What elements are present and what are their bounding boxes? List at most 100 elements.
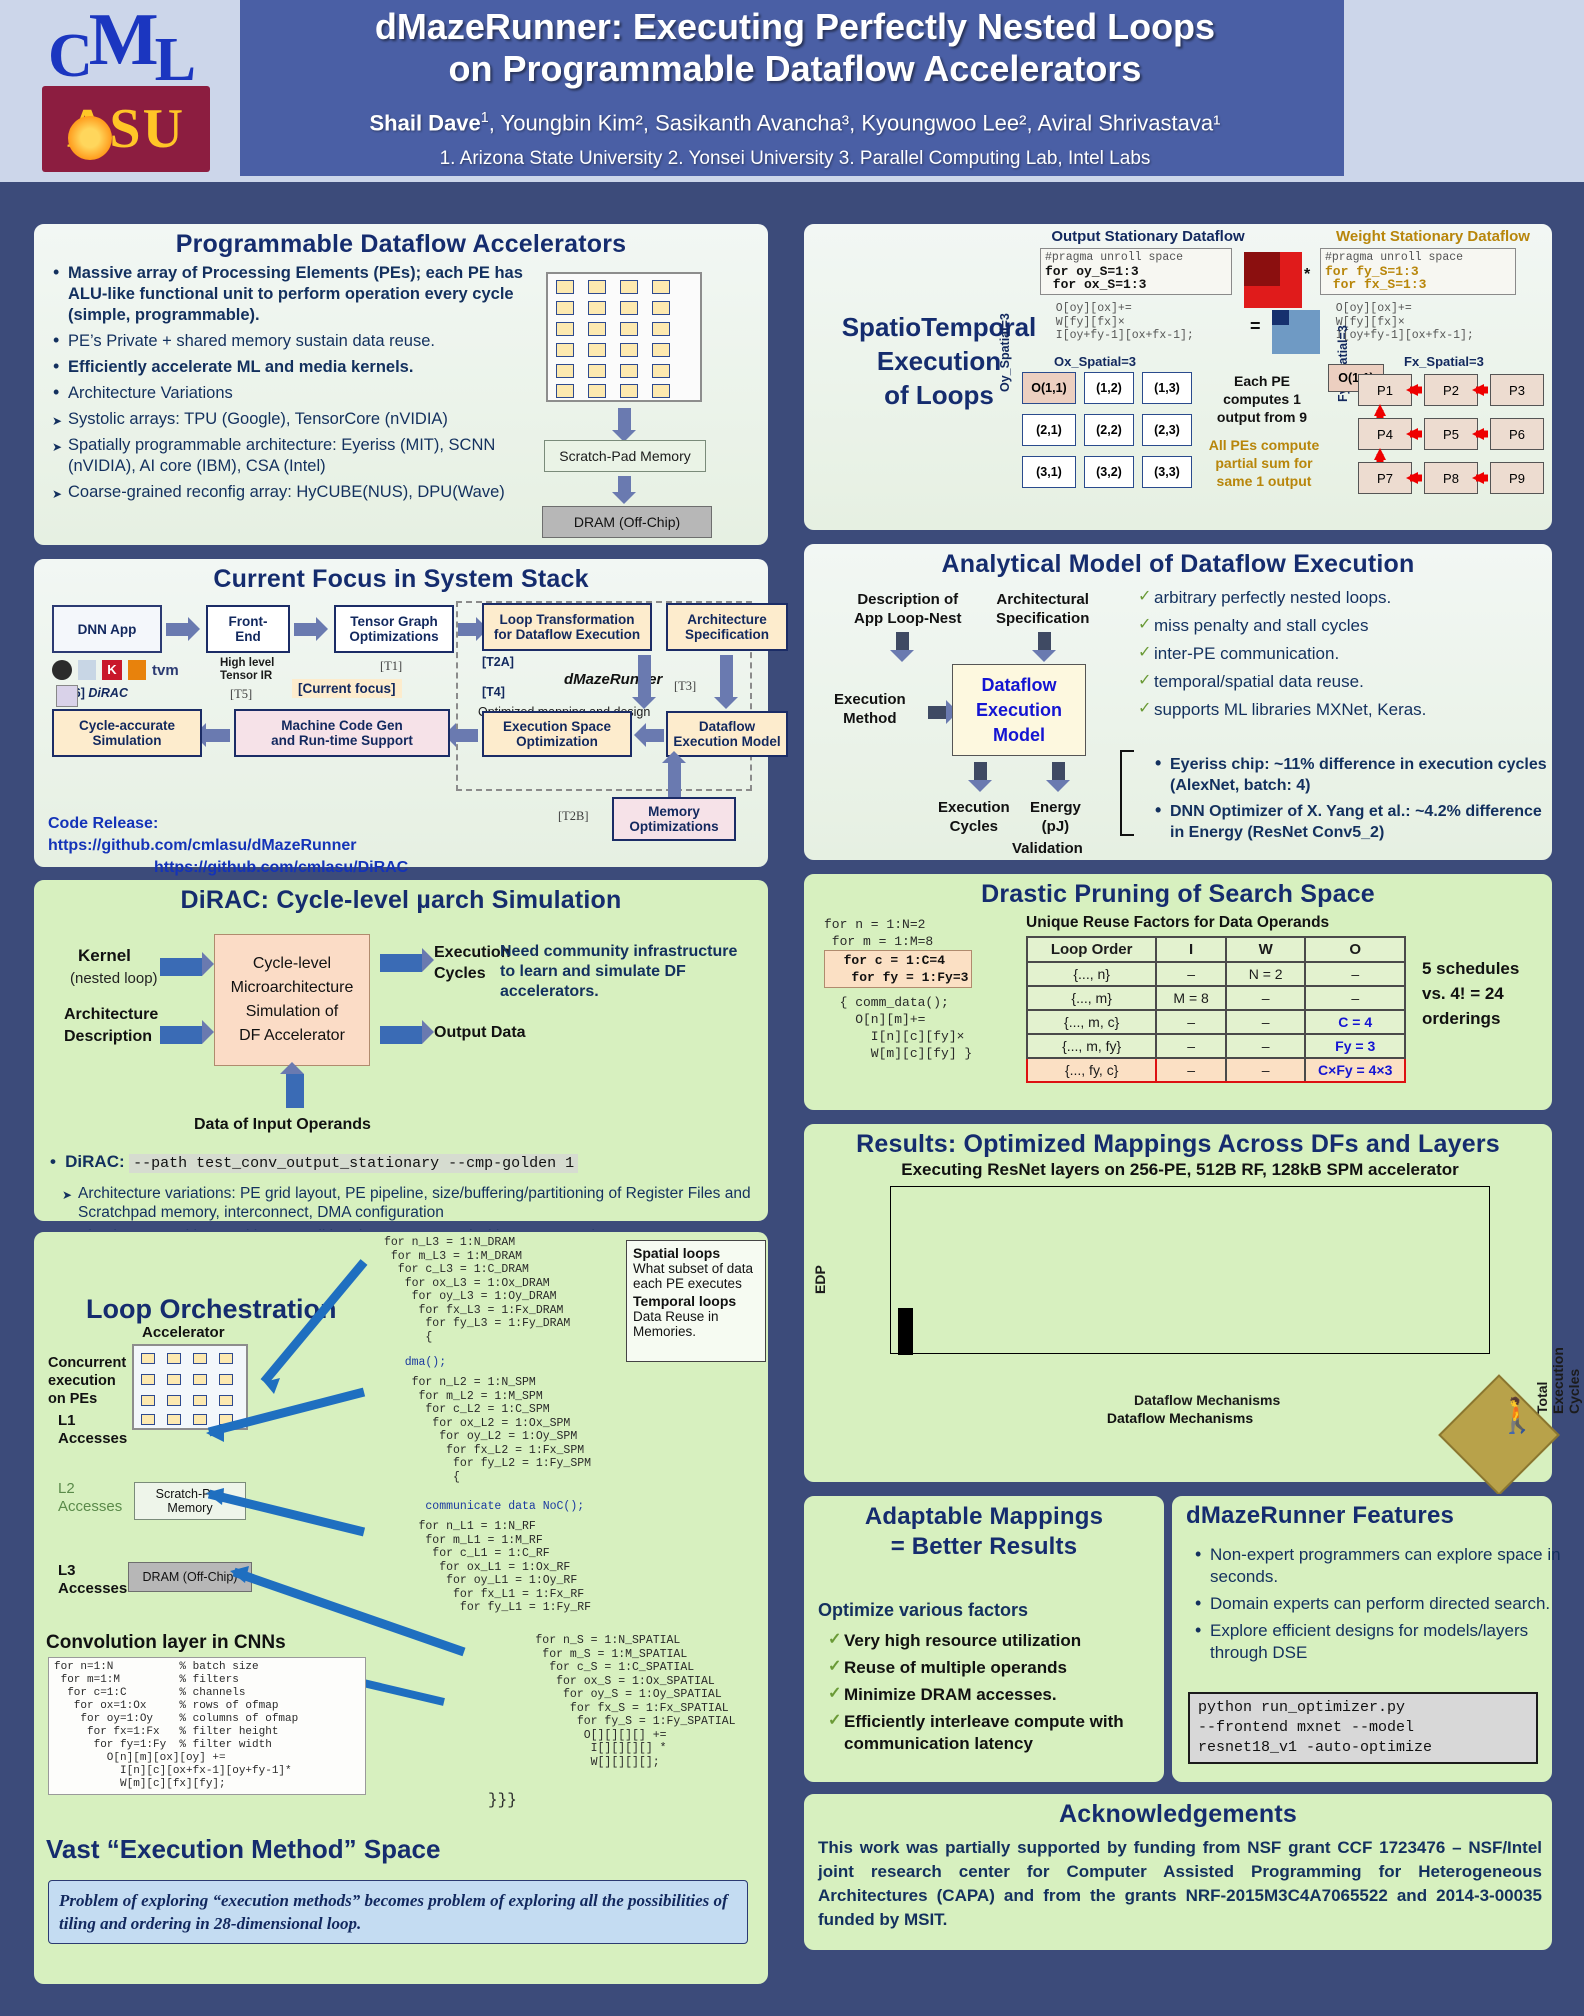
dirac-input-operands-label: Data of Input Operands: [194, 1116, 371, 1133]
analytical-in-exec-method: Execution Method: [834, 691, 906, 727]
cycle-accurate-label: Cycle-accurate Simulation: [78, 718, 176, 748]
author-list: Shail Dave1, Youngbin Kim², Sasikanth Av…: [250, 105, 1340, 136]
spm-to-dram-arrow: [612, 476, 636, 504]
output-stationary-title: Output Stationary Dataflow: [1051, 228, 1245, 245]
panel-loop-orchestration: Loop Orchestration Concurrent execution …: [32, 1230, 770, 1986]
looptrans-to-execspace-arrow: [632, 655, 656, 709]
panel-spatiotemporal: SpatioTemporal Execution of Loops Output…: [802, 222, 1554, 532]
mxnet-icon: [52, 660, 72, 680]
code-dma-call: dma();: [384, 1356, 447, 1369]
framework-icons: K tvm: [52, 657, 217, 683]
tensor-graph-label: Tensor Graph Optimizations: [349, 614, 439, 644]
adaptable-check-0: Very high resource utilization: [826, 1629, 1178, 1652]
feature-1: Domain experts can perform directed sear…: [1192, 1592, 1568, 1615]
features-command: python run_optimizer.py --frontend mxnet…: [1188, 1692, 1538, 1764]
poster-header: CML ASU dMazeRunner: Executing Perfectly…: [0, 0, 1584, 182]
conv-layer-title: Convolution layer in CNNs: [46, 1632, 286, 1653]
memopt-to-dfmodel-arrow: [662, 751, 686, 797]
loop-pe-grid: [132, 1344, 248, 1430]
spatial-temporal-callout: Spatial loops What subset of data each P…: [626, 1240, 766, 1362]
chart-subtitle: Executing ResNet layers on 256-PE, 512B …: [901, 1160, 1459, 1179]
code-close-braces: }}}: [488, 1791, 517, 1809]
table-header-row: Loop Order I W O: [1025, 936, 1406, 963]
chart-ylabel-right: Total Execution Cycles: [1534, 1347, 1582, 1414]
dirac-kernel-label: Kernel: [78, 946, 131, 965]
validation-label: Validation: [1012, 840, 1083, 857]
panel-dirac: DiRAC: Cycle-level µarch Simulation Kern…: [32, 878, 770, 1248]
adaptable-title-2: = Better Results: [890, 1533, 1078, 1560]
cycles-out-arrow: [968, 762, 992, 792]
pda-bullets: Massive array of Processing Elements (PE…: [50, 262, 550, 505]
chart-bar-segment: [897, 1307, 913, 1355]
chart-ylabel-left: EDP: [812, 1265, 828, 1294]
dirac-inline-label: DiRAC: [88, 686, 128, 700]
pe-red-arrows: [1374, 384, 1488, 484]
panel-analytical-model: Analytical Model of Dataflow Execution D…: [802, 542, 1554, 862]
spatio-title-3: of Loops: [884, 380, 994, 410]
execution-space-opt-box: Execution Space Optimization: [482, 711, 632, 757]
reuse-table-title: Unique Reuse Factors for Data Operands: [1026, 914, 1330, 931]
right-logos: YONSEI UNIVERSITY intel: [1352, 0, 1584, 182]
adaptable-subtitle: Optimize various factors: [818, 1600, 1029, 1620]
kernel-to-sim-arrow: [160, 952, 214, 976]
pda-bullet-2: Efficiently accelerate ML and media kern…: [50, 356, 550, 378]
multiply-symbol: *: [1304, 266, 1311, 283]
panel-acknowledgements: Acknowledgements This work was partially…: [802, 1792, 1554, 1952]
spatio-title-2: Execution: [876, 346, 1002, 376]
th-w: W: [1224, 936, 1307, 963]
validation-bullet-0: Eyeriss chip: ~11% difference in executi…: [1152, 753, 1556, 796]
ack-title: Acknowledgements: [1059, 1800, 1297, 1828]
ack-body: This work was partially supported by fun…: [818, 1838, 1542, 1929]
chart-legend-title: Dataflow Mechanisms: [1106, 1410, 1254, 1426]
code-release-url-2[interactable]: https://github.com/cmlasu/DiRAC: [154, 859, 408, 876]
tag-t2b: [T2B]: [558, 809, 589, 823]
stack-title: Current Focus in System Stack: [213, 565, 589, 593]
execution-space-label: Execution Space Optimization: [502, 719, 612, 749]
l2-accesses-label: L2 Accesses: [58, 1480, 123, 1515]
ox-spatial-label: Ox_Spatial=3: [1054, 354, 1137, 369]
output-pe-grid: O(1,1) (1,2) (1,3) (2,1) (2,2) (2,3) (3,…: [1022, 372, 1200, 492]
pda-bullet-1: PE’s Private + shared memory sustain dat…: [50, 330, 550, 352]
check-3: temporal/spatial data reuse.: [1136, 669, 1556, 693]
frontend-label: Front- End: [228, 614, 268, 644]
spatiotemporal-title: SpatioTemporal Execution of Loops: [824, 310, 1054, 412]
check-1: miss penalty and stall cycles: [1136, 613, 1556, 637]
vast-space-note: Problem of exploring “execution methods”…: [48, 1880, 748, 1944]
runner-icon: 🚶: [1496, 1397, 1539, 1435]
th-loop-order: Loop Order: [1025, 936, 1158, 963]
dirac-arch-line2: Description: [64, 1028, 153, 1045]
title-line-2: on Programmable Dataflow Accelerators: [448, 48, 1142, 89]
pda-sub-1: Spatially programmable architecture: Eye…: [50, 435, 550, 477]
dirac-cmd-text: --path test_conv_output_stationary --cmp…: [129, 1154, 579, 1173]
pda-bullet-3: Architecture Variations: [50, 382, 550, 404]
table-row: {..., n} – N = 2 –: [1025, 961, 1406, 987]
loop-orchestration-title: Loop Orchestration: [86, 1294, 337, 1324]
th-o: O: [1304, 936, 1406, 963]
ws-loop-1: for fy_S=1:3: [1325, 263, 1419, 279]
table-row: {..., m, c} – – C = 4: [1025, 1009, 1406, 1035]
ifmap-tile-icon: [1244, 252, 1302, 308]
code-release-block: Code Release: https://github.com/cmlasu/…: [48, 813, 468, 879]
pda-bullet-0: Massive array of Processing Elements (PE…: [50, 262, 550, 326]
table-row: {..., m, fy} – – Fy = 3: [1025, 1033, 1406, 1059]
temporal-loops-title: Temporal loops: [633, 1293, 737, 1309]
machine-code-label: Machine Code Gen and Run-time Support: [271, 718, 413, 748]
analytical-in-arch-spec: Architectural Specification: [996, 591, 1090, 627]
dram-box: DRAM (Off-Chip): [542, 506, 712, 538]
author-rest: , Youngbin Kim², Sasikanth Avancha³, Kyo…: [488, 110, 1221, 136]
schedules-side-note: 5 schedules vs. 4! = 24 orderings: [1422, 959, 1520, 1028]
tensor-graph-box: Tensor Graph Optimizations: [334, 605, 454, 653]
machine-code-gen-box: Machine Code Gen and Run-time Support: [234, 709, 450, 757]
dataflow-model-label: Dataflow Execution Model: [673, 719, 781, 749]
pe-to-spm-arrow: [612, 408, 636, 442]
th-i: I: [1155, 936, 1227, 963]
dirac-icon: [56, 685, 78, 707]
spatio-title-1: SpatioTemporal: [841, 312, 1037, 342]
code-release-url-1[interactable]: https://github.com/cmlasu/dMazeRunner: [48, 837, 356, 854]
tag-t3: [T3]: [674, 679, 697, 693]
dnn-app-label: DNN App: [77, 621, 137, 637]
pe-array-diagram: [546, 272, 702, 402]
tag-t5: [T5]: [230, 687, 253, 701]
pda-bullet-0-text: Massive array of Processing Elements (PE…: [68, 264, 523, 324]
codegen-to-sim-arrow: [194, 723, 230, 747]
